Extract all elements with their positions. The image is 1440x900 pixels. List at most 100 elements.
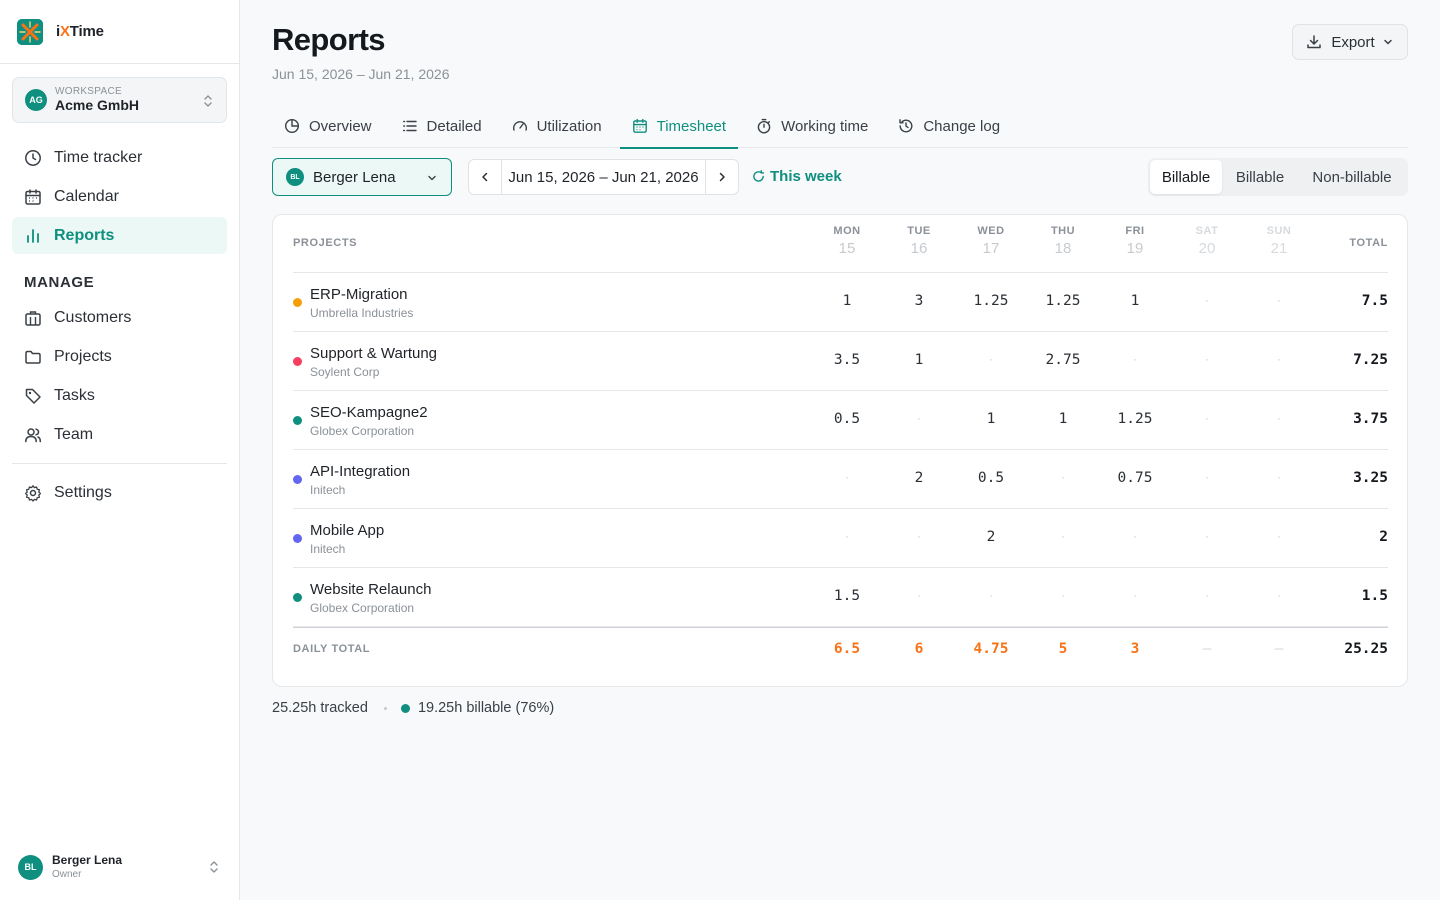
hours-cell[interactable]: 1	[817, 293, 877, 309]
hours-cell[interactable]: 0.75	[1105, 470, 1165, 486]
hours-cell[interactable]: 1	[1033, 411, 1093, 427]
user-menu[interactable]: BL Berger Lena Owner	[18, 852, 223, 882]
hours-cell[interactable]: 1.5	[817, 588, 877, 604]
row-total: 1.5	[1361, 588, 1388, 604]
empty-hours-cell[interactable]: ·	[1249, 532, 1309, 543]
table-row[interactable]: Website Relaunch Globex Corporation 1.5 · · ·…	[293, 568, 1388, 627]
empty-hours-cell[interactable]: ·	[1177, 296, 1237, 307]
project-name[interactable]: Mobile App	[310, 522, 384, 539]
project-name[interactable]: SEO-Kampagne2	[310, 404, 428, 421]
table-row[interactable]: API-Integration Initech · 2 0.5 · 0.75 · · 3.25	[293, 450, 1388, 509]
table-row[interactable]: ERP-Migration Umbrella Industries 1 3 1.25 1.…	[293, 273, 1388, 332]
tab-working-time[interactable]: Working time	[744, 104, 880, 148]
hours-cell[interactable]: 1.25	[961, 293, 1021, 309]
empty-hours-cell[interactable]: ·	[1033, 532, 1093, 543]
empty-hours-cell[interactable]: ·	[1105, 591, 1165, 602]
nav-item-tasks[interactable]: Tasks	[12, 377, 227, 414]
hours-cell[interactable]: 3	[889, 293, 949, 309]
hours-cell[interactable]: 2.75	[1033, 352, 1093, 368]
export-button[interactable]: Export	[1292, 24, 1408, 60]
empty-hours-cell[interactable]: ·	[817, 473, 877, 484]
hours-cell[interactable]: 1.25	[1105, 411, 1165, 427]
tab-change-log[interactable]: Change log	[886, 104, 1012, 148]
hours-cell[interactable]: 2	[889, 470, 949, 486]
building-icon	[25, 310, 41, 326]
empty-hours-cell[interactable]: ·	[1033, 473, 1093, 484]
users-icon	[25, 427, 42, 442]
export-label: Export	[1331, 33, 1375, 51]
segment-billable-2[interactable]: Billable	[1222, 160, 1298, 194]
person-select[interactable]: BL Berger Lena	[272, 158, 452, 196]
table-row[interactable]: Mobile App Initech · · 2 · · · · 2	[293, 509, 1388, 568]
nav-item-calendar[interactable]: Calendar	[12, 178, 227, 215]
hours-cell[interactable]: 1	[889, 352, 949, 368]
nav-item-time-tracker[interactable]: Time tracker	[12, 139, 227, 176]
history-icon	[899, 119, 913, 133]
timesheet-controls: BL Berger Lena Jun 15, 2026 – Jun 21, 20…	[272, 158, 1408, 196]
project-color-dot	[293, 357, 302, 366]
hours-cell[interactable]: 3.5	[817, 352, 877, 368]
daily-total-row: DAILY TOTAL 6.5 6 4.75 5 3 – – 25.25	[293, 627, 1388, 687]
hours-cell[interactable]: 0.5	[961, 470, 1021, 486]
empty-hours-cell[interactable]: ·	[961, 591, 1021, 602]
empty-hours-cell[interactable]: ·	[889, 414, 949, 425]
empty-hours-cell[interactable]: ·	[1177, 591, 1237, 602]
brand[interactable]: iXTime	[0, 0, 239, 64]
manage-heading: MANAGE	[24, 274, 95, 291]
this-week-button[interactable]: This week	[752, 168, 842, 185]
empty-hours-cell[interactable]: ·	[817, 532, 877, 543]
nav-item-reports[interactable]: Reports	[12, 217, 227, 254]
empty-hours-cell[interactable]: ·	[1249, 591, 1309, 602]
empty-hours-cell[interactable]: ·	[1177, 414, 1237, 425]
hours-cell[interactable]: 1	[961, 411, 1021, 427]
project-name[interactable]: API-Integration	[310, 463, 410, 480]
project-color-dot	[293, 298, 302, 307]
empty-hours-cell[interactable]: ·	[1177, 355, 1237, 366]
tag-icon	[25, 388, 41, 404]
segment-billable[interactable]: Billable	[1150, 160, 1222, 194]
tracked-hours: 25.25h tracked	[272, 700, 368, 716]
hours-cell[interactable]: 1	[1105, 293, 1165, 309]
hours-cell[interactable]: 0.5	[817, 411, 877, 427]
download-icon	[1307, 35, 1322, 49]
calendar-icon	[632, 118, 647, 133]
nav-item-settings[interactable]: Settings	[12, 474, 227, 511]
empty-hours-cell[interactable]: ·	[1249, 414, 1309, 425]
project-name[interactable]: Support & Wartung	[310, 345, 437, 362]
project-color-dot	[293, 593, 302, 602]
tab-overview[interactable]: Overview	[272, 104, 384, 148]
next-week-button[interactable]	[705, 160, 738, 194]
nav-item-team[interactable]: Team	[12, 416, 227, 453]
empty-hours-cell[interactable]: ·	[1105, 532, 1165, 543]
empty-hours-cell[interactable]: ·	[1249, 296, 1309, 307]
date-range-label[interactable]: Jun 15, 2026 – Jun 21, 2026	[502, 160, 705, 194]
main-nav: Time tracker Calendar Reports	[12, 139, 227, 256]
gear-icon	[24, 484, 42, 502]
empty-hours-cell[interactable]: ·	[1105, 355, 1165, 366]
empty-hours-cell[interactable]: ·	[1249, 473, 1309, 484]
person-name: Berger Lena	[313, 168, 396, 186]
workspace-switcher[interactable]: AG WORKSPACE Acme GmbH	[12, 77, 227, 123]
tab-timesheet[interactable]: Timesheet	[619, 104, 739, 149]
segment-non-billable[interactable]: Non-billable	[1298, 160, 1406, 194]
previous-week-button[interactable]	[469, 160, 502, 194]
tab-detailed[interactable]: Detailed	[390, 104, 494, 148]
project-name[interactable]: Website Relaunch	[310, 581, 431, 598]
column-header-day: WED 17	[977, 225, 1005, 257]
empty-hours-cell[interactable]: ·	[961, 355, 1021, 366]
tab-utilization[interactable]: Utilization	[500, 104, 614, 148]
project-name[interactable]: ERP-Migration	[310, 286, 408, 303]
nav-item-customers[interactable]: Customers	[12, 299, 227, 336]
table-row[interactable]: SEO-Kampagne2 Globex Corporation 0.5 · 1 1 1.2…	[293, 391, 1388, 450]
nav-item-projects[interactable]: Projects	[12, 338, 227, 375]
hours-cell[interactable]: 1.25	[1033, 293, 1093, 309]
empty-hours-cell[interactable]: ·	[1177, 473, 1237, 484]
empty-hours-cell[interactable]: ·	[1249, 355, 1309, 366]
empty-hours-cell[interactable]: ·	[1033, 591, 1093, 602]
empty-hours-cell[interactable]: ·	[1177, 532, 1237, 543]
customer-name: Globex Corporation	[310, 424, 415, 438]
table-row[interactable]: Support & Wartung Soylent Corp 3.5 1 · 2.75 · ·…	[293, 332, 1388, 391]
hours-cell[interactable]: 2	[961, 529, 1021, 545]
empty-hours-cell[interactable]: ·	[889, 532, 949, 543]
empty-hours-cell[interactable]: ·	[889, 591, 949, 602]
